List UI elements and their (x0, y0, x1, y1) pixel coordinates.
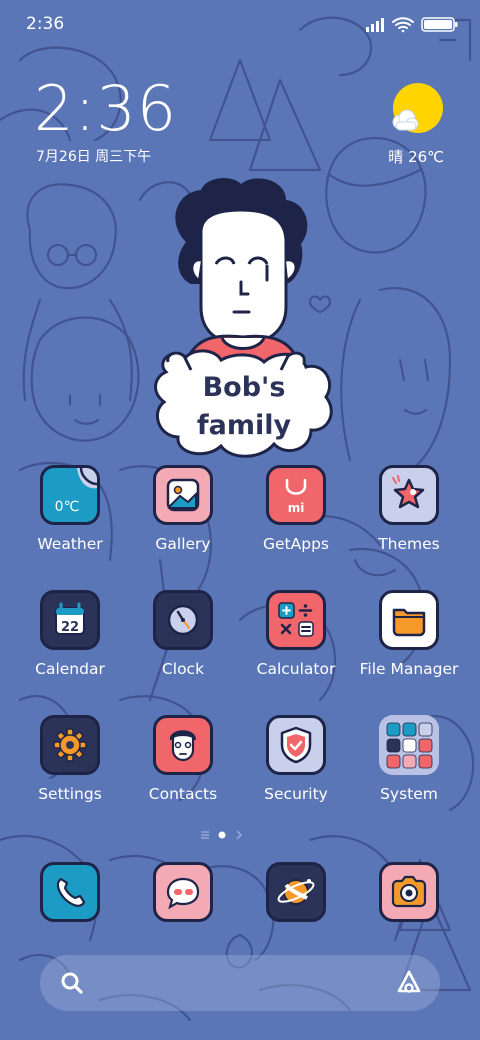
clock-widget-time[interactable]: 2:36 (34, 74, 177, 144)
status-bar: 2:36 (0, 0, 480, 50)
svg-text:mi: mi (288, 501, 305, 515)
dock-phone[interactable] (40, 862, 100, 922)
clock-widget-date[interactable]: 7月26日 周三下午 (36, 146, 151, 166)
family-widget-line1: Bob's (203, 372, 286, 403)
app-label: Themes (378, 535, 440, 553)
camera-icon (379, 862, 439, 922)
app-file-manager[interactable]: File Manager (354, 590, 464, 690)
app-calendar[interactable]: 22 Calendar (15, 590, 125, 690)
app-themes[interactable]: Themes (354, 465, 464, 565)
weather-widget-text[interactable]: 晴 26℃ (388, 146, 444, 167)
messages-icon (153, 862, 213, 922)
status-icons (366, 14, 462, 38)
shield-icon (266, 715, 326, 775)
app-security[interactable]: Security (241, 715, 351, 815)
search-icon[interactable] (60, 971, 84, 995)
browser-icon (266, 862, 326, 922)
page-indicator[interactable] (200, 829, 280, 841)
clock-icon (153, 590, 213, 650)
getapps-icon: mi (266, 465, 326, 525)
app-gallery[interactable]: Gallery (128, 465, 238, 565)
folder-icon (379, 590, 439, 650)
app-label: Settings (38, 785, 102, 803)
svg-text:22: 22 (61, 620, 79, 635)
gallery-icon (153, 465, 213, 525)
svg-text:0℃: 0℃ (55, 499, 80, 515)
battery-icon (421, 17, 458, 32)
app-label: GetApps (263, 535, 329, 553)
app-label: Calculator (256, 660, 336, 678)
app-label: Security (264, 785, 328, 803)
app-calculator[interactable]: Calculator (241, 590, 351, 690)
app-settings[interactable]: Settings (15, 715, 125, 815)
app-label: Weather (37, 535, 103, 553)
app-getapps[interactable]: mi GetApps (241, 465, 351, 565)
themes-icon (379, 465, 439, 525)
app-label: System (380, 785, 438, 803)
home-page-icon (201, 831, 209, 839)
dock-browser[interactable] (266, 862, 326, 922)
app-label: Clock (161, 660, 205, 678)
app-label: Calendar (35, 660, 105, 678)
assistant-icon[interactable] (396, 969, 422, 995)
weather-icon: 0℃ (40, 465, 100, 525)
home-screen: 2:36 2:36 7月26日 周三下午 晴 26℃ Bob's family … (0, 0, 480, 1040)
app-label: File Manager (359, 660, 459, 678)
contacts-icon (153, 715, 213, 775)
family-widget-line2: family (197, 410, 292, 441)
page-dot-active (218, 831, 226, 839)
app-weather[interactable]: 0℃ Weather (15, 465, 125, 565)
app-clock[interactable]: Clock (128, 590, 238, 690)
dock-camera[interactable] (379, 862, 439, 922)
page-dot-next-icon (236, 830, 243, 840)
signal-icon (366, 18, 384, 32)
gear-icon (40, 715, 100, 775)
app-label: Contacts (148, 785, 218, 803)
calculator-icon (266, 590, 326, 650)
calendar-icon: 22 (40, 590, 100, 650)
status-time: 2:36 (26, 14, 65, 34)
dock-messages[interactable] (153, 862, 213, 922)
wifi-icon (392, 17, 414, 33)
sunny-cloud-icon[interactable] (388, 82, 448, 142)
bobs-family-widget[interactable]: Bob's family (146, 172, 336, 472)
search-bar[interactable] (40, 955, 440, 1011)
app-label: Gallery (155, 535, 211, 553)
app-contacts[interactable]: Contacts (128, 715, 238, 815)
folder-grid-icon (379, 715, 439, 775)
phone-icon (40, 862, 100, 922)
app-system-folder[interactable]: System (354, 715, 464, 815)
